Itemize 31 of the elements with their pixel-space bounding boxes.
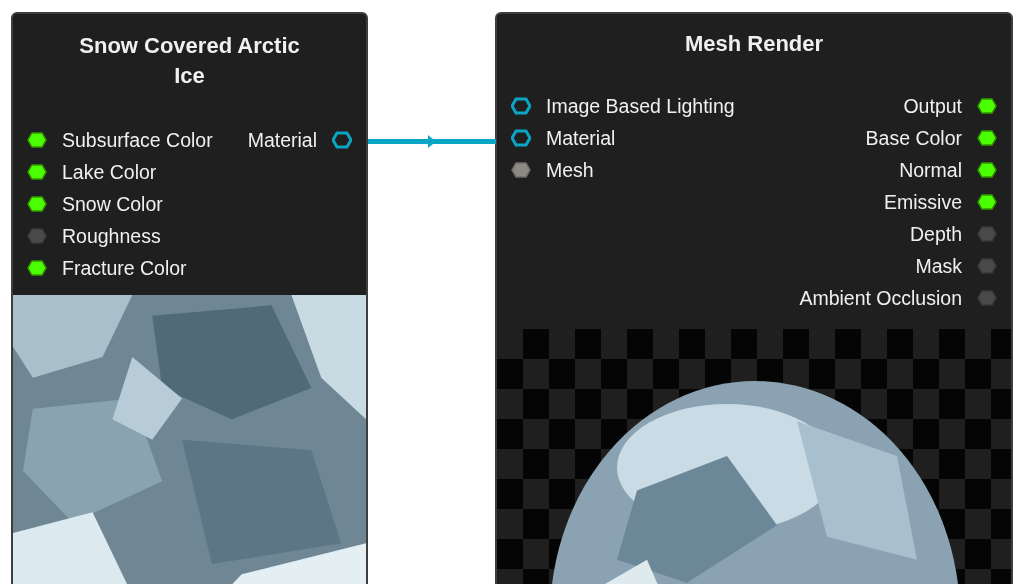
node-title: Mesh Render <box>683 30 825 58</box>
output-label: Base Color <box>865 126 962 150</box>
socket-icon[interactable] <box>27 131 47 149</box>
output-label: Emissive <box>884 190 962 214</box>
socket-icon[interactable] <box>977 129 997 147</box>
output-label: Depth <box>909 222 962 246</box>
input-label: Roughness <box>62 224 161 248</box>
socket-icon[interactable] <box>27 195 47 213</box>
output-label: Output <box>903 94 962 118</box>
node-panel[interactable]: Snow Covered Arctic Ice Subsurface Color Material Lake Color Snow Color Roughness Fracture Color <box>11 12 368 584</box>
output-label: Material <box>247 128 317 152</box>
socket-icon[interactable] <box>27 259 47 277</box>
socket-icon[interactable] <box>511 129 531 147</box>
node-title: Snow Covered Arctic Ice <box>78 32 301 90</box>
input-label: Mesh <box>546 158 594 182</box>
input-label: Snow Color <box>62 192 163 216</box>
node-panel[interactable]: Mesh Render Image Based Lighting Output Material Base Color Mesh Normal Emissive Depth Mask Ambient Occlusion <box>495 12 1013 584</box>
output-label: Normal <box>899 158 962 182</box>
socket-icon[interactable] <box>511 97 531 115</box>
output-label: Ambient Occlusion <box>799 286 962 310</box>
socket-icon[interactable] <box>977 193 997 211</box>
output-label: Mask <box>915 254 962 278</box>
input-label: Image Based Lighting <box>546 94 735 118</box>
input-label: Subsurface Color <box>62 128 213 152</box>
socket-icon[interactable] <box>27 163 47 181</box>
input-label: Fracture Color <box>62 256 187 280</box>
input-label: Lake Color <box>62 160 157 184</box>
socket-icon[interactable] <box>977 97 997 115</box>
socket-icon[interactable] <box>332 131 352 149</box>
input-label: Material <box>546 126 616 150</box>
socket-icon[interactable] <box>977 161 997 179</box>
